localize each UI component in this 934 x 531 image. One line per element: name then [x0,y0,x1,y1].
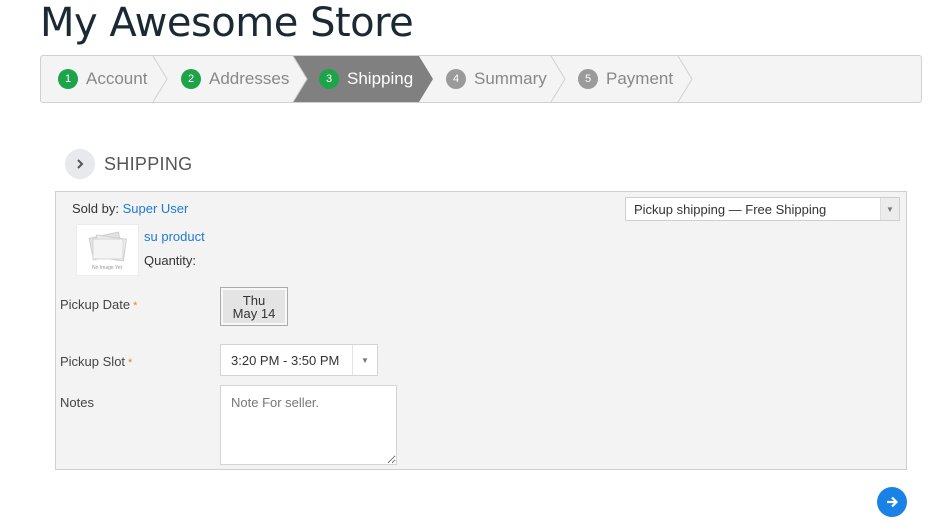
seller-link[interactable]: Super User [123,201,189,216]
section-header[interactable]: SHIPPING [65,148,192,180]
notes-label: Notes [60,395,94,410]
step-shipping[interactable]: 3 Shipping [319,56,413,102]
pickup-slot-label: Pickup Slot * [60,354,132,369]
step-label: Summary [474,69,547,88]
step-payment[interactable]: 5 Payment [578,56,673,102]
required-marker: * [128,357,133,369]
step-number: 1 [58,69,78,89]
section-title: SHIPPING [104,153,193,174]
step-number: 3 [319,69,339,89]
step-label: Addresses [209,69,290,88]
pickup-slot-select[interactable]: 3:20 PM - 3:50 PM ▼ [220,344,378,376]
pickup-slot-value: 3:20 PM - 3:50 PM [231,352,340,368]
caret-down-icon: ▼ [352,345,377,375]
step-label: Account [86,69,148,88]
pickup-date-button[interactable]: Thu May 14 [220,287,288,326]
shipping-panel: Sold by: Super User Pickup shipping — Fr… [55,191,907,470]
step-number: 2 [181,69,201,89]
shipping-method-value: Pickup shipping — Free Shipping [634,201,827,217]
image-placeholder-text: No Image Yet [92,265,123,271]
chevron-right-icon[interactable] [65,149,95,179]
step-addresses[interactable]: 2 Addresses [181,56,289,102]
pickup-date-label: Pickup Date * [60,297,137,312]
checkout-steps: 1 Account 2 Addresses 3 Shipping 4 Summa… [40,55,922,103]
sold-by-prefix: Sold by: [72,201,119,216]
quantity-label: Quantity: [144,253,197,268]
sold-by: Sold by: Super User [72,201,188,216]
store-title: My Awesome Store [40,0,414,46]
shipping-method-select[interactable]: Pickup shipping — Free Shipping ▼ [625,197,900,221]
pickup-date: May 14 [232,305,276,321]
pickup-slot-label-text: Pickup Slot [60,354,126,369]
pickup-date-label-text: Pickup Date [60,297,131,312]
product-image: No Image Yet [76,224,139,276]
notes-textarea[interactable] [220,385,397,465]
product-link[interactable]: su product [144,229,205,244]
step-number: 4 [446,69,466,89]
pickup-day: Thu [242,292,266,308]
arrow-right-icon [887,496,899,508]
step-label: Payment [606,69,674,88]
next-button[interactable] [877,487,907,517]
step-number: 5 [578,69,598,89]
step-label: Shipping [347,69,414,88]
step-account[interactable]: 1 Account [58,56,147,102]
required-marker: * [133,300,138,312]
caret-down-icon: ▼ [880,198,899,220]
step-summary[interactable]: 4 Summary [446,56,547,102]
